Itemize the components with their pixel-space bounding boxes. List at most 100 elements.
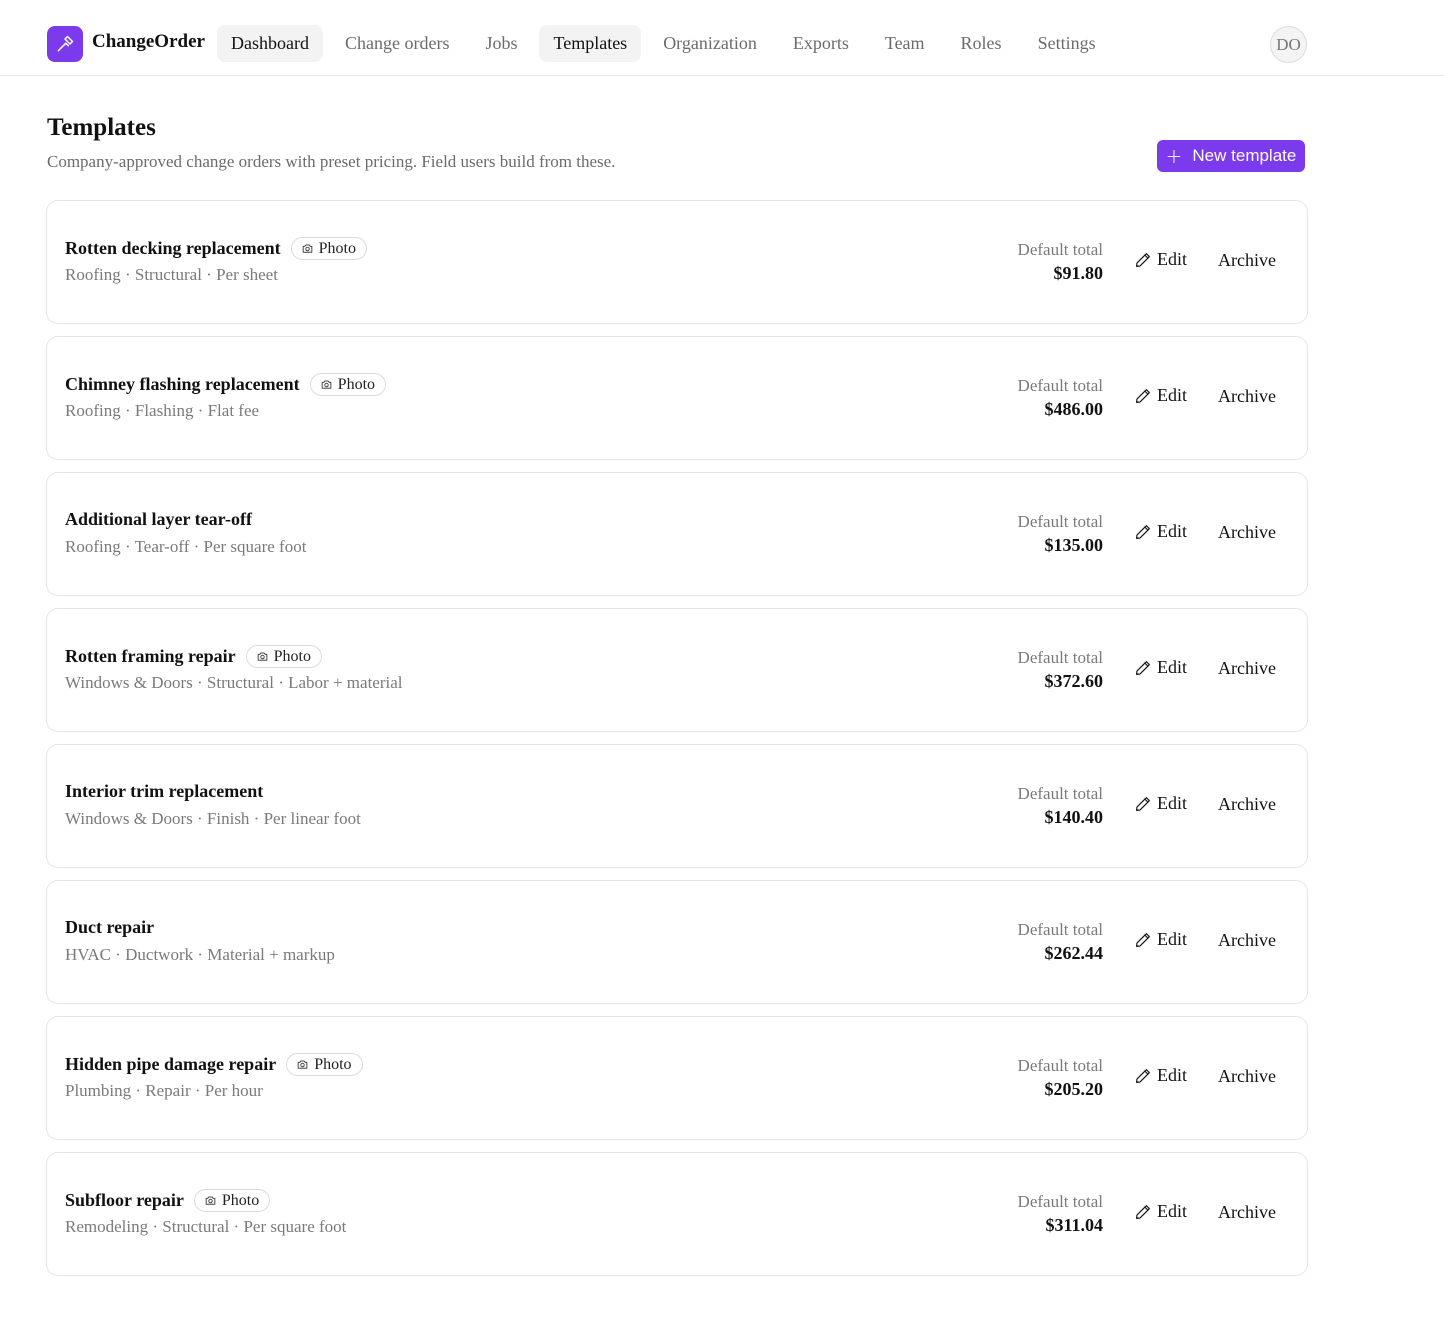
photo-badge: Photo [290,237,367,260]
nav-exports[interactable]: Exports [779,25,863,62]
app-logo[interactable] [47,26,83,62]
default-total-label: Default total [1017,920,1103,939]
edit-label: Edit [1157,657,1187,677]
default-total: Default total $140.40 [1018,784,1103,830]
default-total: Default total $205.20 [1018,1056,1103,1102]
brand-name[interactable]: ChangeOrder [92,31,205,53]
pencil-icon [1134,795,1152,813]
default-total: Default total $486.00 [1018,376,1103,422]
template-meta: Windows & Doors · Structural · Labor + m… [65,673,403,692]
hammer-icon [57,35,74,52]
new-template-label: New template [1192,146,1297,165]
default-total-value: $205.20 [1044,1079,1104,1099]
default-total-value: $140.40 [1044,807,1104,827]
template-title-row: Rotten decking replacement Photo [65,237,367,260]
pencil-icon [1134,387,1152,405]
default-total: Default total $262.44 [1018,920,1103,966]
template-card: Chimney flashing replacement Photo Roofi… [46,336,1308,460]
edit-label: Edit [1157,929,1187,949]
template-name: Chimney flashing replacement [65,374,300,394]
user-avatar[interactable]: DO [1270,26,1307,63]
template-name: Rotten decking replacement [65,238,281,258]
default-total-label: Default total [1017,240,1103,259]
template-title-row: Hidden pipe damage repair Photo [65,1053,363,1076]
default-total-label: Default total [1017,512,1103,531]
camera-icon [204,1194,217,1207]
edit-button[interactable]: Edit [1134,1065,1187,1086]
default-total-label: Default total [1017,648,1103,667]
default-total-label: Default total [1017,1056,1103,1075]
edit-label: Edit [1157,1201,1187,1221]
edit-label: Edit [1157,793,1187,813]
edit-label: Edit [1157,385,1187,405]
default-total: Default total $91.80 [1018,240,1103,286]
default-total-value: $372.60 [1044,671,1104,691]
photo-badge-label: Photo [337,375,376,393]
page-subtitle: Company-approved change orders with pres… [47,152,616,171]
template-card: Additional layer tear-off Roofing · Tear… [46,472,1308,596]
template-list: Rotten decking replacement Photo Roofing… [46,200,1308,1288]
nav-jobs[interactable]: Jobs [471,25,531,62]
default-total-label: Default total [1017,1192,1103,1211]
edit-button[interactable]: Edit [1134,657,1187,678]
edit-label: Edit [1157,521,1187,541]
edit-label: Edit [1157,249,1187,269]
template-name: Additional layer tear-off [65,509,252,529]
default-total-label: Default total [1017,376,1103,395]
edit-button[interactable]: Edit [1134,1201,1187,1222]
pencil-icon [1134,1203,1152,1221]
edit-button[interactable]: Edit [1134,385,1187,406]
edit-button[interactable]: Edit [1134,793,1187,814]
photo-badge-label: Photo [221,1191,260,1209]
archive-button[interactable]: Archive [1218,1202,1276,1223]
default-total: Default total $311.04 [1018,1192,1103,1238]
photo-badge: Photo [245,645,322,668]
template-meta: Windows & Doors · Finish · Per linear fo… [65,809,361,828]
default-total-value: $91.80 [1053,263,1104,283]
archive-button[interactable]: Archive [1218,930,1276,951]
pencil-icon [1134,523,1152,541]
default-total: Default total $372.60 [1018,648,1103,694]
template-name: Interior trim replacement [65,781,264,801]
nav-settings[interactable]: Settings [1024,25,1110,62]
nav-organization[interactable]: Organization [649,25,771,62]
archive-button[interactable]: Archive [1218,658,1276,679]
template-title-row: Interior trim replacement [65,781,263,802]
template-name: Duct repair [65,917,155,937]
camera-icon [296,1058,309,1071]
template-card: Duct repair HVAC · Ductwork · Material +… [46,880,1308,1004]
template-card: Interior trim replacement Windows & Door… [46,744,1308,868]
archive-button[interactable]: Archive [1218,250,1276,271]
nav-roles[interactable]: Roles [947,25,1016,62]
template-meta: Roofing · Flashing · Flat fee [65,401,260,420]
edit-label: Edit [1157,1065,1187,1085]
template-card: Rotten decking replacement Photo Roofing… [46,200,1308,324]
nav-templates[interactable]: Templates [539,25,642,62]
photo-badge: Photo [286,1053,363,1076]
new-template-button[interactable]: + New template [1157,140,1305,172]
edit-button[interactable]: Edit [1134,249,1187,270]
template-name: Hidden pipe damage repair [65,1054,277,1074]
default-total-value: $486.00 [1044,399,1104,419]
template-card: Hidden pipe damage repair Photo Plumbing… [46,1016,1308,1140]
archive-button[interactable]: Archive [1218,386,1276,407]
template-title-row: Rotten framing repair Photo [65,645,322,668]
plus-icon: + [1165,144,1183,168]
archive-button[interactable]: Archive [1218,794,1276,815]
pencil-icon [1134,1067,1152,1085]
edit-button[interactable]: Edit [1134,521,1187,542]
edit-button[interactable]: Edit [1134,929,1187,950]
template-meta: Roofing · Tear-off · Per square foot [65,537,307,556]
template-title-row: Chimney flashing replacement Photo [65,373,387,396]
template-name: Rotten framing repair [65,646,236,666]
camera-icon [301,242,314,255]
nav-change-orders[interactable]: Change orders [331,25,463,62]
default-total: Default total $135.00 [1018,512,1103,558]
archive-button[interactable]: Archive [1218,1066,1276,1087]
default-total-label: Default total [1017,784,1103,803]
nav-team[interactable]: Team [871,25,939,62]
template-meta: Roofing · Structural · Per sheet [65,265,278,284]
nav-dashboard[interactable]: Dashboard [217,25,323,62]
archive-button[interactable]: Archive [1218,522,1276,543]
photo-badge: Photo [309,373,387,396]
